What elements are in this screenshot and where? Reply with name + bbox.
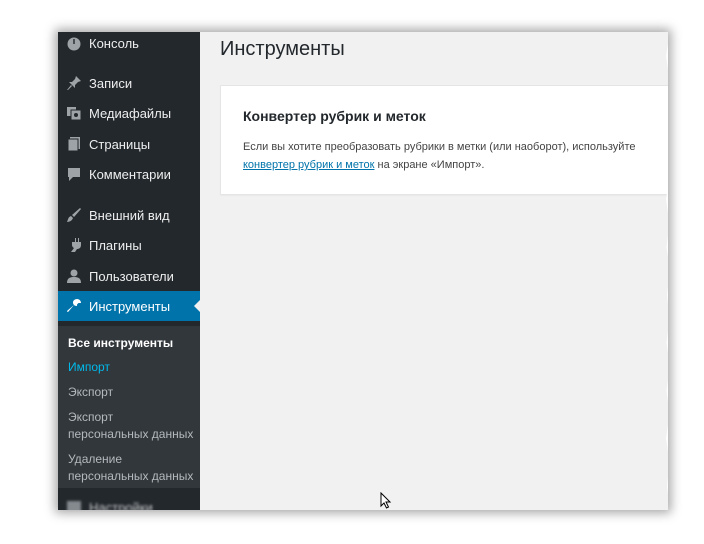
card-title: Конвертер рубрик и меток — [243, 108, 426, 124]
card-text-after: на экране «Импорт». — [374, 159, 485, 171]
sidebar-item-label: Внешний вид — [89, 207, 170, 223]
main-content: Инструменты Конвертер рубрик и меток Есл… — [200, 32, 668, 510]
submenu-item-all-tools[interactable]: Все инструменты — [68, 335, 196, 352]
sidebar-item-label: Консоль — [89, 35, 139, 51]
comment-icon — [64, 164, 84, 184]
submenu-item-export-personal-data[interactable]: Экспорт персональных данных — [68, 409, 196, 443]
sidebar-item-settings[interactable]: Настройки — [58, 492, 200, 510]
media-icon — [64, 103, 84, 123]
pin-icon — [64, 73, 84, 93]
card-text-before: Если вы хотите преобразовать рубрики в м… — [243, 141, 636, 153]
page-title: Инструменты — [220, 38, 345, 60]
admin-sidebar: Консоль Записи Медиафайлы Страницы Комме — [58, 32, 201, 510]
card-description: Если вы хотите преобразовать рубрики в м… — [243, 138, 668, 174]
plugin-icon — [64, 235, 84, 255]
settings-icon — [64, 497, 84, 510]
dashboard-icon — [64, 33, 84, 53]
wp-admin-window: Консоль Записи Медиафайлы Страницы Комме — [58, 32, 668, 510]
submenu-item-import[interactable]: Импорт — [68, 359, 196, 376]
sidebar-item-label: Плагины — [89, 237, 142, 253]
sidebar-item-tools[interactable]: Инструменты — [58, 291, 201, 321]
sidebar-item-label: Записи — [89, 75, 133, 91]
sidebar-item-label: Комментарии — [89, 166, 171, 182]
sidebar-item-label: Настройки — [89, 499, 153, 511]
tools-submenu: Все инструменты Импорт Экспорт Экспорт п… — [58, 326, 200, 488]
mouse-cursor-icon — [380, 492, 392, 509]
category-converter-card: Конвертер рубрик и меток Если вы хотите … — [220, 85, 668, 195]
sidebar-item-appearance[interactable]: Внешний вид — [58, 200, 200, 230]
wrench-icon — [64, 296, 84, 316]
submenu-item-export[interactable]: Экспорт — [68, 384, 196, 401]
sidebar-item-pages[interactable]: Страницы — [58, 129, 200, 159]
sidebar-item-label: Медиафайлы — [89, 105, 172, 121]
pages-icon — [64, 134, 84, 154]
sidebar-item-console[interactable]: Консоль — [58, 32, 200, 58]
category-converter-link[interactable]: конвертер рубрик и меток — [243, 159, 374, 171]
sidebar-item-comments[interactable]: Комментарии — [58, 159, 200, 189]
sidebar-item-plugins[interactable]: Плагины — [58, 230, 200, 260]
sidebar-item-label: Инструменты — [89, 298, 171, 314]
sidebar-item-media[interactable]: Медиафайлы — [58, 98, 200, 128]
sidebar-item-label: Страницы — [89, 136, 151, 152]
sidebar-item-users[interactable]: Пользователи — [58, 261, 200, 291]
brush-icon — [64, 205, 84, 225]
submenu-item-erase-personal-data[interactable]: Удаление персональных данных — [68, 451, 196, 485]
users-icon — [64, 266, 84, 286]
sidebar-item-label: Пользователи — [89, 268, 174, 284]
sidebar-item-posts[interactable]: Записи — [58, 68, 200, 98]
